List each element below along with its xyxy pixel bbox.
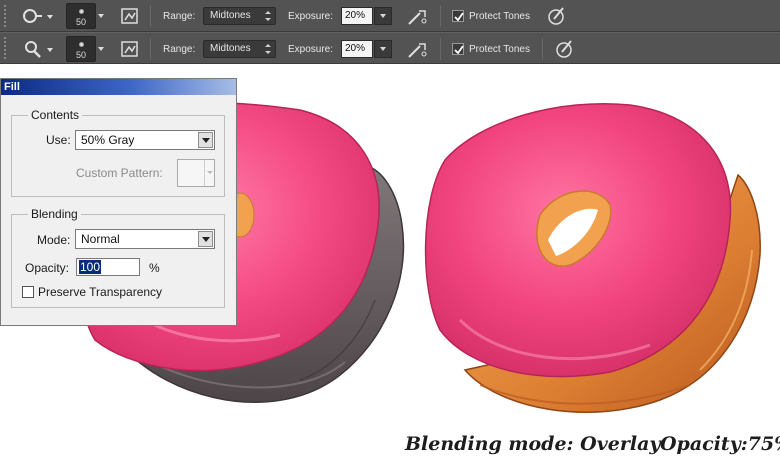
range-value: Midtones [210,10,251,21]
separator [150,38,151,60]
chevron-down-icon [204,160,214,186]
mode-value: Normal [81,232,120,246]
updown-arrows-icon [265,11,271,21]
mode-label: Mode: [37,233,71,247]
separator [440,5,441,27]
separator [440,38,441,60]
range-label: Range: [163,44,196,55]
photoshop-canvas: { "toolbar_rows": [ { "tool_icon": "dodg… [0,0,780,470]
exposure-slider-button[interactable] [374,7,392,25]
exposure-input[interactable]: 20% [341,40,373,58]
options-bar-row-2: 50 Range: Midtones Exposure: 20% Protect… [0,32,780,64]
use-select[interactable]: 50% Gray [75,130,215,150]
toolbar-grip[interactable] [4,37,14,59]
opacity-caption: Opacity:75% [660,433,780,455]
blending-mode-caption: Blending mode: Overlay [405,433,661,455]
blending-group-title: Blending [28,207,81,221]
pressure-size-icon[interactable] [546,5,580,27]
opacity-value: 100 [79,260,102,274]
pressure-size-icon[interactable] [554,38,588,60]
right-donut [424,102,761,413]
exposure-slider-button[interactable] [374,40,392,58]
protect-tones-label: Protect Tones [469,11,530,22]
preserve-transparency-label: Preserve Transparency [38,285,163,299]
airbrush-icon[interactable] [406,39,440,61]
use-value: 50% Gray [81,133,135,147]
exposure-label: Exposure: [288,44,334,55]
toolbar-grip[interactable] [4,4,14,27]
airbrush-icon[interactable] [406,6,440,28]
opacity-input[interactable]: 100 [76,258,140,276]
use-label: Use: [46,133,71,147]
burn-tool-icon[interactable] [20,38,54,60]
fill-dialog: Fill Contents Use: 50% Gray Custom Patte… [0,78,237,326]
chevron-down-icon[interactable] [198,231,213,247]
custom-pattern-picker [177,159,215,187]
protect-tones-checkbox[interactable] [452,43,464,55]
opacity-label: Opacity: [25,261,70,275]
dialog-title[interactable]: Fill [1,79,236,95]
protect-tones-label: Protect Tones [469,44,530,55]
chevron-down-icon[interactable] [98,47,104,51]
brush-panel-icon[interactable] [120,5,154,27]
preserve-transparency-checkbox[interactable] [22,286,34,298]
brush-panel-icon[interactable] [120,38,154,60]
contents-group-title: Contents [28,108,83,122]
range-value: Midtones [210,43,251,54]
options-bar-row-1: 50 Range: Midtones Exposure: 20% Protect… [0,0,780,32]
custom-pattern-label: Custom Pattern: [76,166,163,180]
range-dropdown[interactable]: Midtones [203,7,276,25]
brush-preset-picker[interactable]: 50 [66,36,96,62]
chevron-down-icon[interactable] [198,132,213,148]
protect-tones-checkbox[interactable] [452,10,464,22]
dodge-tool-icon[interactable] [20,5,54,27]
mode-select[interactable]: Normal [75,229,215,249]
exposure-label: Exposure: [288,11,334,22]
brush-preset-picker[interactable]: 50 [66,3,96,29]
updown-arrows-icon [265,44,271,54]
brush-size-value: 50 [75,50,86,60]
exposure-input[interactable]: 20% [341,7,373,25]
separator [542,38,543,60]
brush-size-value: 50 [75,17,86,27]
opacity-unit: % [149,261,160,275]
separator [150,5,151,27]
range-dropdown[interactable]: Midtones [203,40,276,58]
range-label: Range: [163,11,196,22]
chevron-down-icon[interactable] [98,14,104,18]
